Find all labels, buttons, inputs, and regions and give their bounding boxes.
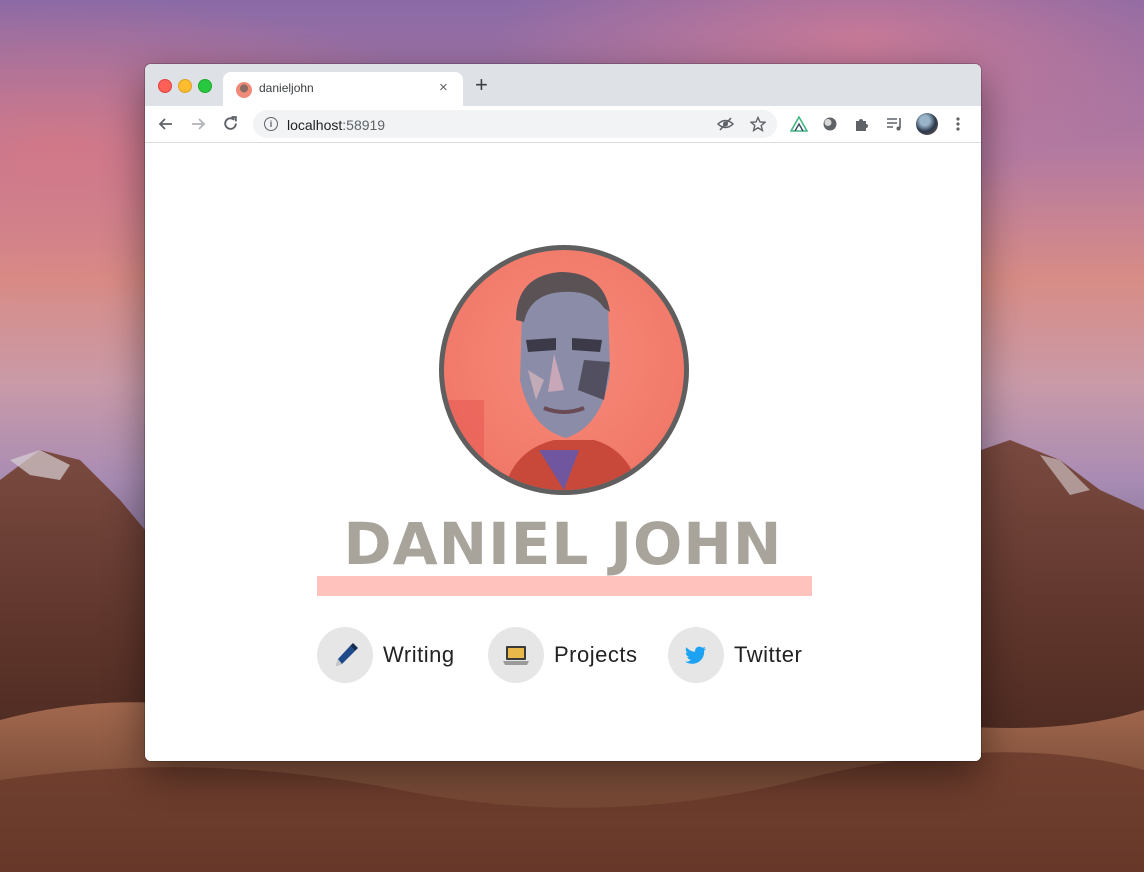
- pen-icon: [317, 627, 373, 683]
- browser-toolbar: i localhost:58919: [145, 106, 981, 143]
- projects-link[interactable]: Projects: [488, 627, 637, 683]
- writing-link-label: Writing: [383, 642, 455, 667]
- vue-devtools-icon[interactable]: [790, 116, 808, 132]
- twitter-bird-icon: [668, 627, 724, 683]
- menu-kebab-icon[interactable]: [955, 116, 961, 132]
- minimize-window-button[interactable]: [178, 79, 192, 93]
- address-bar[interactable]: i localhost:58919: [253, 110, 777, 138]
- browser-tab[interactable]: danieljohn ×: [223, 72, 463, 106]
- twitter-link[interactable]: Twitter: [668, 627, 802, 683]
- close-window-button[interactable]: [158, 79, 172, 93]
- media-queue-icon[interactable]: [886, 116, 903, 132]
- tab-title: danieljohn: [259, 81, 314, 95]
- extensions-puzzle-icon[interactable]: [854, 116, 870, 132]
- url-host: localhost: [287, 117, 343, 133]
- url-port: :58919: [342, 117, 386, 133]
- page-content: DANIEL JOHN Writing Projects Twitter: [145, 143, 981, 761]
- new-tab-button[interactable]: +: [475, 74, 488, 96]
- projects-link-label: Projects: [554, 642, 638, 667]
- back-arrow-icon[interactable]: [158, 116, 174, 132]
- forward-arrow-icon[interactable]: [190, 116, 206, 132]
- site-info-icon[interactable]: i: [264, 117, 278, 131]
- profile-name: DANIEL JOHN: [343, 510, 783, 578]
- twitter-link-label: Twitter: [734, 642, 803, 667]
- profile-avatar-icon[interactable]: [916, 113, 938, 135]
- laptop-icon: [488, 627, 544, 683]
- reload-icon[interactable]: [222, 115, 239, 132]
- name-highlight: [317, 576, 812, 596]
- extension-circle-icon[interactable]: [822, 116, 838, 132]
- close-tab-button[interactable]: ×: [439, 79, 448, 96]
- writing-link[interactable]: Writing: [317, 627, 455, 683]
- browser-window: danieljohn × + i localhost:58919 DANIEL …: [145, 64, 981, 761]
- zoom-window-button[interactable]: [198, 79, 212, 93]
- eye-slash-icon[interactable]: [717, 116, 734, 132]
- profile-portrait: [439, 245, 689, 495]
- portrait-painting-icon: [444, 272, 639, 490]
- favicon-icon: [236, 82, 252, 98]
- tab-bar: danieljohn × +: [145, 64, 981, 106]
- bookmark-star-icon[interactable]: [750, 116, 766, 132]
